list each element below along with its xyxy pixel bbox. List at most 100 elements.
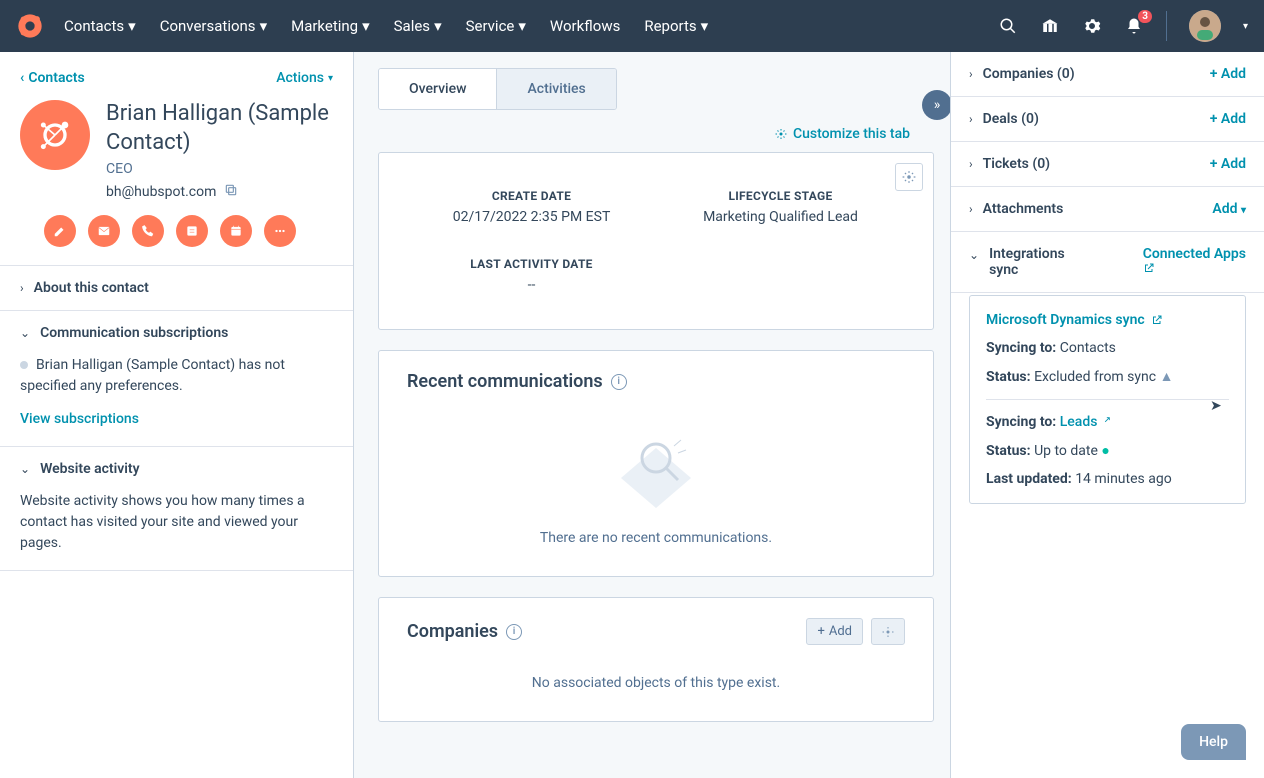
warning-icon: ▲ <box>1160 369 1174 385</box>
web-activity-toggle[interactable]: ⌄ Website activity <box>0 447 353 491</box>
attachments-row-label: Attachments <box>983 201 1064 217</box>
sync1-label: Syncing to: <box>986 340 1056 356</box>
chevron-down-icon: ⌄ <box>20 326 30 340</box>
contact-avatar[interactable] <box>20 100 90 170</box>
empty-search-icon <box>407 428 905 512</box>
search-icon[interactable] <box>998 16 1018 36</box>
right-sidebar: › Companies (0) + Add › Deals (0) + Add … <box>950 52 1264 778</box>
chevron-right-icon: › <box>20 281 24 295</box>
copy-icon[interactable] <box>224 183 238 201</box>
external-link-icon <box>1143 262 1155 274</box>
log-button[interactable] <box>176 215 208 247</box>
chevron-left-icon: ‹ <box>20 70 24 86</box>
contact-name: Brian Halligan (Sample Contact) <box>106 100 333 157</box>
nav-service[interactable]: Service▾ <box>466 17 526 35</box>
integration-card: Microsoft Dynamics sync Syncing to: Cont… <box>969 295 1246 504</box>
topbar-divider <box>1166 11 1167 41</box>
status2-value: Up to date <box>1034 443 1098 459</box>
tab-overview[interactable]: Overview <box>379 69 496 109</box>
last-activity-value: -- <box>407 277 656 293</box>
tab-activities[interactable]: Activities <box>496 69 615 109</box>
check-icon: ● <box>1101 443 1109 459</box>
recent-communications-card: Recent communications i There are no rec… <box>378 350 934 577</box>
nav-workflows[interactable]: Workflows <box>550 17 620 35</box>
tickets-row-label: Tickets (0) <box>983 156 1050 172</box>
center-panel: » Overview Activities Customize this tab… <box>354 52 950 778</box>
deals-row-label: Deals (0) <box>983 111 1039 127</box>
gear-icon[interactable] <box>1082 16 1102 36</box>
hubspot-logo[interactable] <box>16 12 44 40</box>
email-button[interactable] <box>88 215 120 247</box>
add-deals-link[interactable]: + Add <box>1210 111 1246 127</box>
nav-conversations[interactable]: Conversations▾ <box>160 17 267 35</box>
updated-label: Last updated: <box>986 471 1072 487</box>
topbar-right: 3 ▾ <box>998 10 1248 42</box>
leads-link[interactable]: Leads <box>1060 414 1111 430</box>
nav-marketing[interactable]: Marketing▾ <box>291 17 370 35</box>
nav-reports[interactable]: Reports▾ <box>644 17 708 35</box>
about-section-toggle[interactable]: › About this contact <box>0 266 353 310</box>
avatar[interactable] <box>1189 10 1221 42</box>
contact-job-title: CEO <box>106 161 333 177</box>
add-attachments-link[interactable]: Add ▾ <box>1212 201 1246 217</box>
note-button[interactable] <box>44 215 76 247</box>
updated-value: 14 minutes ago <box>1075 471 1172 487</box>
sync2-label: Syncing to: <box>986 414 1056 430</box>
collapse-right-button[interactable]: » <box>922 90 950 120</box>
meeting-button[interactable] <box>220 215 252 247</box>
help-button[interactable]: Help <box>1181 724 1246 760</box>
actions-dropdown[interactable]: Actions▾ <box>276 70 333 86</box>
info-icon[interactable]: i <box>506 624 522 640</box>
create-date-label: CREATE DATE <box>407 189 656 203</box>
external-link-icon <box>1151 314 1163 326</box>
chevron-right-icon[interactable]: › <box>969 202 973 216</box>
customize-tab-link[interactable]: Customize this tab <box>775 126 910 142</box>
recent-comm-title: Recent communications <box>407 371 603 392</box>
contact-email: bh@hubspot.com <box>106 184 216 200</box>
nav-contacts[interactable]: Contacts▾ <box>64 17 136 35</box>
avatar-caret-icon[interactable]: ▾ <box>1243 21 1248 32</box>
chevron-down-icon[interactable]: ⌄ <box>969 248 979 262</box>
chevron-down-icon: ⌄ <box>20 462 30 476</box>
back-contacts-link[interactable]: ‹Contacts <box>20 70 85 86</box>
marketplace-icon[interactable] <box>1040 16 1060 36</box>
chevron-right-icon[interactable]: › <box>969 112 973 126</box>
chevron-right-icon[interactable]: › <box>969 67 973 81</box>
lifecycle-value: Marketing Qualified Lead <box>656 209 905 225</box>
connected-apps-link[interactable]: Connected Apps <box>1143 246 1246 278</box>
call-button[interactable] <box>132 215 164 247</box>
companies-row-label: Companies (0) <box>983 66 1075 82</box>
chevron-down-icon: ▾ <box>328 73 333 84</box>
plus-icon: + <box>817 624 824 639</box>
companies-card: Companies i +Add No associated objects o… <box>378 597 934 722</box>
topbar: Contacts▾ Conversations▾ Marketing▾ Sale… <box>0 0 1264 52</box>
companies-card-title: Companies <box>407 621 498 642</box>
view-subscriptions-link[interactable]: View subscriptions <box>20 409 333 430</box>
chevron-right-icon[interactable]: › <box>969 157 973 171</box>
status1-value: Excluded from sync <box>1034 369 1156 385</box>
status1-label: Status: <box>986 369 1031 385</box>
ms-dynamics-link[interactable]: Microsoft Dynamics sync <box>986 312 1163 328</box>
card-gear-button[interactable] <box>895 163 923 191</box>
highlights-card: CREATE DATE 02/17/2022 2:35 PM EST LIFEC… <box>378 152 934 330</box>
web-activity-text: Website activity shows you how many time… <box>0 491 353 570</box>
comm-subs-toggle[interactable]: ⌄ Communication subscriptions <box>0 311 353 355</box>
last-activity-label: LAST ACTIVITY DATE <box>407 257 656 271</box>
add-companies-link[interactable]: + Add <box>1210 66 1246 82</box>
create-date-value: 02/17/2022 2:35 PM EST <box>407 209 656 225</box>
gear-icon <box>775 128 787 140</box>
add-company-button[interactable]: +Add <box>806 618 863 645</box>
more-button[interactable] <box>264 215 296 247</box>
companies-empty: No associated objects of this type exist… <box>407 651 905 701</box>
companies-gear-button[interactable] <box>871 618 905 645</box>
recent-comm-empty: There are no recent communications. <box>407 530 905 546</box>
add-tickets-link[interactable]: + Add <box>1210 156 1246 172</box>
left-sidebar: ‹Contacts Actions▾ Brian Halligan (Sampl… <box>0 52 354 778</box>
comm-subs-text: Brian Halligan (Sample Contact) has not … <box>20 355 333 397</box>
top-nav: Contacts▾ Conversations▾ Marketing▾ Sale… <box>64 17 998 35</box>
integrations-row-label: Integrations sync <box>989 246 1089 278</box>
info-icon[interactable]: i <box>611 374 627 390</box>
bell-icon[interactable]: 3 <box>1124 16 1144 36</box>
nav-sales[interactable]: Sales▾ <box>394 17 442 35</box>
lifecycle-label: LIFECYCLE STAGE <box>656 189 905 203</box>
